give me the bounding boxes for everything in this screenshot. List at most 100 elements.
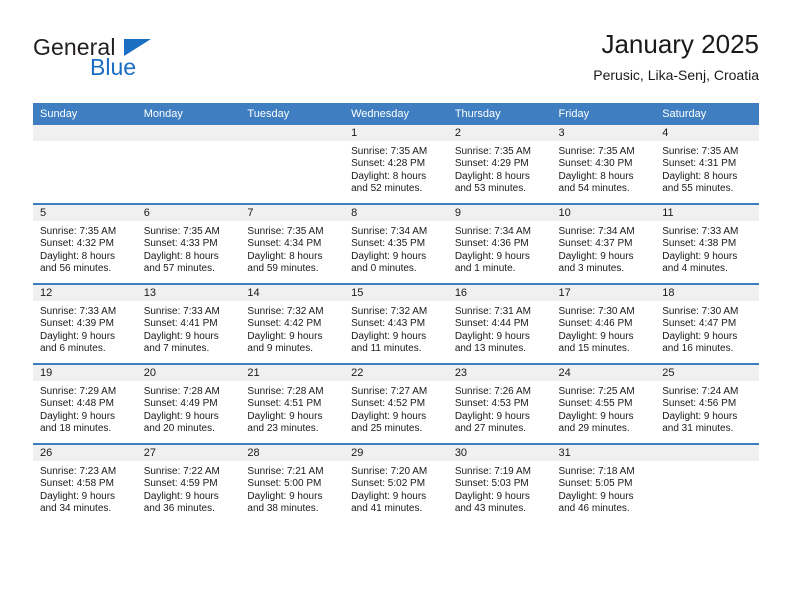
daylight-duration-hours: Daylight: 8 hours bbox=[247, 250, 323, 262]
calendar-day-cell[interactable]: 1 Sunrise: 7:35 AM Sunset: 4:28 PM Daylight… bbox=[344, 125, 448, 204]
calendar-day-cell[interactable]: 7 Sunrise: 7:35 AM Sunset: 4:34 PM Daylight… bbox=[240, 203, 345, 284]
page-title: January 2025 bbox=[601, 29, 759, 59]
calendar-day-cell[interactable]: 17 Sunrise: 7:30 AM Sunset: 4:46 PM Dayligh… bbox=[551, 283, 656, 364]
weekday-header-wednesday: Wednesday bbox=[344, 103, 448, 125]
sunset-time: Sunset: 4:48 PM bbox=[40, 398, 114, 410]
calendar-day-cell[interactable]: 16 Sunrise: 7:31 AM Sunset: 4:44 PM Dayligh… bbox=[447, 283, 552, 364]
calendar-day-cell[interactable]: 13 Sunrise: 7:33 AM Sunset: 4:41 PM Dayligh… bbox=[136, 283, 241, 364]
sunset-time: Sunset: 4:36 PM bbox=[454, 238, 529, 250]
day-number: 26 bbox=[33, 445, 137, 461]
calendar-day-cell[interactable]: 22 Sunrise: 7:27 AM Sunset: 4:52 PM Dayligh… bbox=[344, 363, 448, 444]
sunset-time: Sunset: 4:37 PM bbox=[558, 238, 633, 250]
calendar-day-cell[interactable]: 27 Sunrise: 7:22 AM Sunset: 4:59 PM Dayligh… bbox=[136, 443, 241, 523]
calendar-day-cell[interactable]: 31 Sunrise: 7:18 AM Sunset: 5:05 PM Dayligh… bbox=[551, 443, 656, 523]
sunrise-time: Sunrise: 7:33 AM bbox=[662, 226, 739, 237]
calendar-day-cell[interactable]: 18 Sunrise: 7:30 AM Sunset: 4:47 PM Dayligh… bbox=[655, 283, 759, 364]
weekday-header-row: Sunday Monday Tuesday Wednesday Thursday Frid… bbox=[33, 103, 759, 125]
day-number: 4 bbox=[655, 125, 759, 141]
sunset-time: Sunset: 4:49 PM bbox=[143, 398, 218, 410]
calendar-day-cell[interactable]: 29 Sunrise: 7:20 AM Sunset: 5:02 PM Dayligh… bbox=[344, 443, 448, 523]
daylight-duration-hours: Daylight: 9 hours bbox=[662, 410, 738, 422]
sunrise-time: Sunrise: 7:34 AM bbox=[351, 226, 428, 237]
daylight-duration-hours: Daylight: 8 hours bbox=[143, 250, 219, 262]
calendar-day-cell[interactable]: 30 Sunrise: 7:19 AM Sunset: 5:03 PM Dayligh… bbox=[447, 443, 552, 523]
calendar-day-cell[interactable]: 21 Sunrise: 7:28 AM Sunset: 4:51 PM Dayligh… bbox=[240, 363, 345, 444]
calendar-day-cell[interactable]: 14 Sunrise: 7:32 AM Sunset: 4:42 PM Dayligh… bbox=[240, 283, 345, 364]
sunset-time: Sunset: 5:02 PM bbox=[351, 478, 426, 490]
day-number: 17 bbox=[551, 285, 656, 301]
sunrise-time: Sunrise: 7:35 AM bbox=[558, 146, 635, 157]
day-details: Sunrise: 7:24 AM Sunset: 4:56 PM Daylight:… bbox=[655, 381, 759, 436]
sunset-time: Sunset: 4:39 PM bbox=[40, 318, 114, 330]
day-number: 5 bbox=[33, 205, 137, 221]
sunset-time: Sunset: 4:56 PM bbox=[662, 398, 737, 410]
calendar-day-cell[interactable]: 8 Sunrise: 7:34 AM Sunset: 4:35 PM Daylight… bbox=[344, 203, 448, 284]
calendar-day-cell[interactable]: 11 Sunrise: 7:33 AM Sunset: 4:38 PM Dayligh… bbox=[655, 203, 759, 284]
sunset-time: Sunset: 5:03 PM bbox=[454, 478, 529, 490]
day-details: Sunrise: 7:35 AM Sunset: 4:30 PM Daylight:… bbox=[552, 141, 656, 196]
calendar-day-cell[interactable]: 26 Sunrise: 7:23 AM Sunset: 4:58 PM Dayligh… bbox=[33, 443, 137, 523]
day-details: Sunrise: 7:35 AM Sunset: 4:34 PM Daylight:… bbox=[240, 221, 344, 276]
daylight-duration-hours: Daylight: 9 hours bbox=[454, 410, 530, 422]
daylight-duration-hours: Daylight: 9 hours bbox=[351, 250, 427, 262]
sunset-time: Sunset: 4:30 PM bbox=[558, 158, 633, 170]
calendar-page: General Blue January 2025 Perusic, Lika-… bbox=[0, 0, 792, 612]
day-number: 28 bbox=[240, 445, 345, 461]
day-details: Sunrise: 7:32 AM Sunset: 4:42 PM Daylight:… bbox=[240, 301, 344, 356]
daylight-duration-minutes: and 34 minutes. bbox=[40, 503, 112, 515]
daylight-duration-minutes: and 9 minutes. bbox=[247, 343, 314, 355]
calendar-day-cell[interactable]: 20 Sunrise: 7:28 AM Sunset: 4:49 PM Dayligh… bbox=[136, 363, 241, 444]
sunrise-time: Sunrise: 7:25 AM bbox=[558, 386, 635, 397]
calendar-day-cell[interactable]: 24 Sunrise: 7:25 AM Sunset: 4:55 PM Dayligh… bbox=[551, 363, 656, 444]
day-details: Sunrise: 7:31 AM Sunset: 4:44 PM Daylight:… bbox=[448, 301, 552, 356]
day-details: Sunrise: 7:35 AM Sunset: 4:31 PM Daylight:… bbox=[655, 141, 759, 196]
calendar-day-cell[interactable]: 3 Sunrise: 7:35 AM Sunset: 4:30 PM Daylight… bbox=[551, 125, 656, 204]
sunset-time: Sunset: 4:51 PM bbox=[247, 398, 322, 410]
calendar-week-row: 19 Sunrise: 7:29 AM Sunset: 4:48 PM Dayligh… bbox=[33, 363, 759, 444]
sunset-time: Sunset: 4:44 PM bbox=[454, 318, 529, 330]
day-details bbox=[655, 461, 759, 466]
sunset-time: Sunset: 4:47 PM bbox=[662, 318, 737, 330]
calendar-day-cell[interactable]: 19 Sunrise: 7:29 AM Sunset: 4:48 PM Dayligh… bbox=[33, 363, 137, 444]
day-details: Sunrise: 7:28 AM Sunset: 4:49 PM Daylight:… bbox=[137, 381, 241, 436]
calendar-day-cell[interactable]: 9 Sunrise: 7:34 AM Sunset: 4:36 PM Daylight… bbox=[447, 203, 552, 284]
daylight-duration-hours: Daylight: 9 hours bbox=[143, 330, 219, 342]
day-details: Sunrise: 7:30 AM Sunset: 4:46 PM Daylight:… bbox=[552, 301, 656, 356]
sunrise-time: Sunrise: 7:31 AM bbox=[454, 306, 531, 317]
calendar-grid: Sunday Monday Tuesday Wednesday Thursday Frid… bbox=[33, 103, 759, 523]
calendar-day-cell[interactable]: 2 Sunrise: 7:35 AM Sunset: 4:29 PM Daylight… bbox=[447, 125, 552, 204]
calendar-week-row: 26 Sunrise: 7:23 AM Sunset: 4:58 PM Dayligh… bbox=[33, 443, 759, 523]
calendar-week-row: 5 Sunrise: 7:35 AM Sunset: 4:32 PM Daylight… bbox=[33, 203, 759, 284]
calendar-day-cell-empty bbox=[240, 125, 345, 204]
daylight-duration-hours: Daylight: 9 hours bbox=[558, 410, 634, 422]
calendar-day-cell[interactable]: 4 Sunrise: 7:35 AM Sunset: 4:31 PM Daylight… bbox=[655, 125, 759, 204]
day-number: 6 bbox=[136, 205, 241, 221]
sunset-time: Sunset: 4:58 PM bbox=[40, 478, 114, 490]
daylight-duration-hours: Daylight: 8 hours bbox=[40, 250, 116, 262]
daylight-duration-minutes: and 27 minutes. bbox=[454, 423, 526, 435]
day-number: 7 bbox=[240, 205, 345, 221]
weekday-header-tuesday: Tuesday bbox=[240, 103, 345, 125]
calendar-day-cell[interactable]: 5 Sunrise: 7:35 AM Sunset: 4:32 PM Daylight… bbox=[33, 203, 137, 284]
calendar-day-cell[interactable]: 15 Sunrise: 7:32 AM Sunset: 4:43 PM Dayligh… bbox=[344, 283, 448, 364]
calendar-day-cell[interactable]: 23 Sunrise: 7:26 AM Sunset: 4:53 PM Dayligh… bbox=[447, 363, 552, 444]
daylight-duration-minutes: and 52 minutes. bbox=[351, 183, 423, 195]
day-details: Sunrise: 7:29 AM Sunset: 4:48 PM Daylight:… bbox=[33, 381, 137, 436]
day-number: 31 bbox=[551, 445, 656, 461]
calendar-day-cell[interactable]: 12 Sunrise: 7:33 AM Sunset: 4:39 PM Dayligh… bbox=[33, 283, 137, 364]
calendar-day-cell[interactable]: 6 Sunrise: 7:35 AM Sunset: 4:33 PM Daylight… bbox=[136, 203, 241, 284]
sunrise-time: Sunrise: 7:18 AM bbox=[558, 466, 635, 477]
day-details: Sunrise: 7:32 AM Sunset: 4:43 PM Daylight:… bbox=[344, 301, 448, 356]
sunrise-time: Sunrise: 7:22 AM bbox=[143, 466, 220, 477]
calendar-day-cell[interactable]: 25 Sunrise: 7:24 AM Sunset: 4:56 PM Dayligh… bbox=[655, 363, 759, 444]
day-number: 2 bbox=[447, 125, 552, 141]
title-block: January 2025 Perusic, Lika-Senj, Croatia bbox=[593, 28, 759, 85]
sunset-time: Sunset: 4:34 PM bbox=[247, 238, 322, 250]
daylight-duration-hours: Daylight: 9 hours bbox=[558, 490, 634, 502]
day-details: Sunrise: 7:34 AM Sunset: 4:36 PM Daylight:… bbox=[448, 221, 552, 276]
day-number: 8 bbox=[344, 205, 448, 221]
sunset-time: Sunset: 4:46 PM bbox=[558, 318, 633, 330]
day-details: Sunrise: 7:33 AM Sunset: 4:38 PM Daylight:… bbox=[655, 221, 759, 276]
calendar-day-cell[interactable]: 28 Sunrise: 7:21 AM Sunset: 5:00 PM Dayligh… bbox=[240, 443, 345, 523]
calendar-day-cell[interactable]: 10 Sunrise: 7:34 AM Sunset: 4:37 PM Dayligh… bbox=[551, 203, 656, 284]
